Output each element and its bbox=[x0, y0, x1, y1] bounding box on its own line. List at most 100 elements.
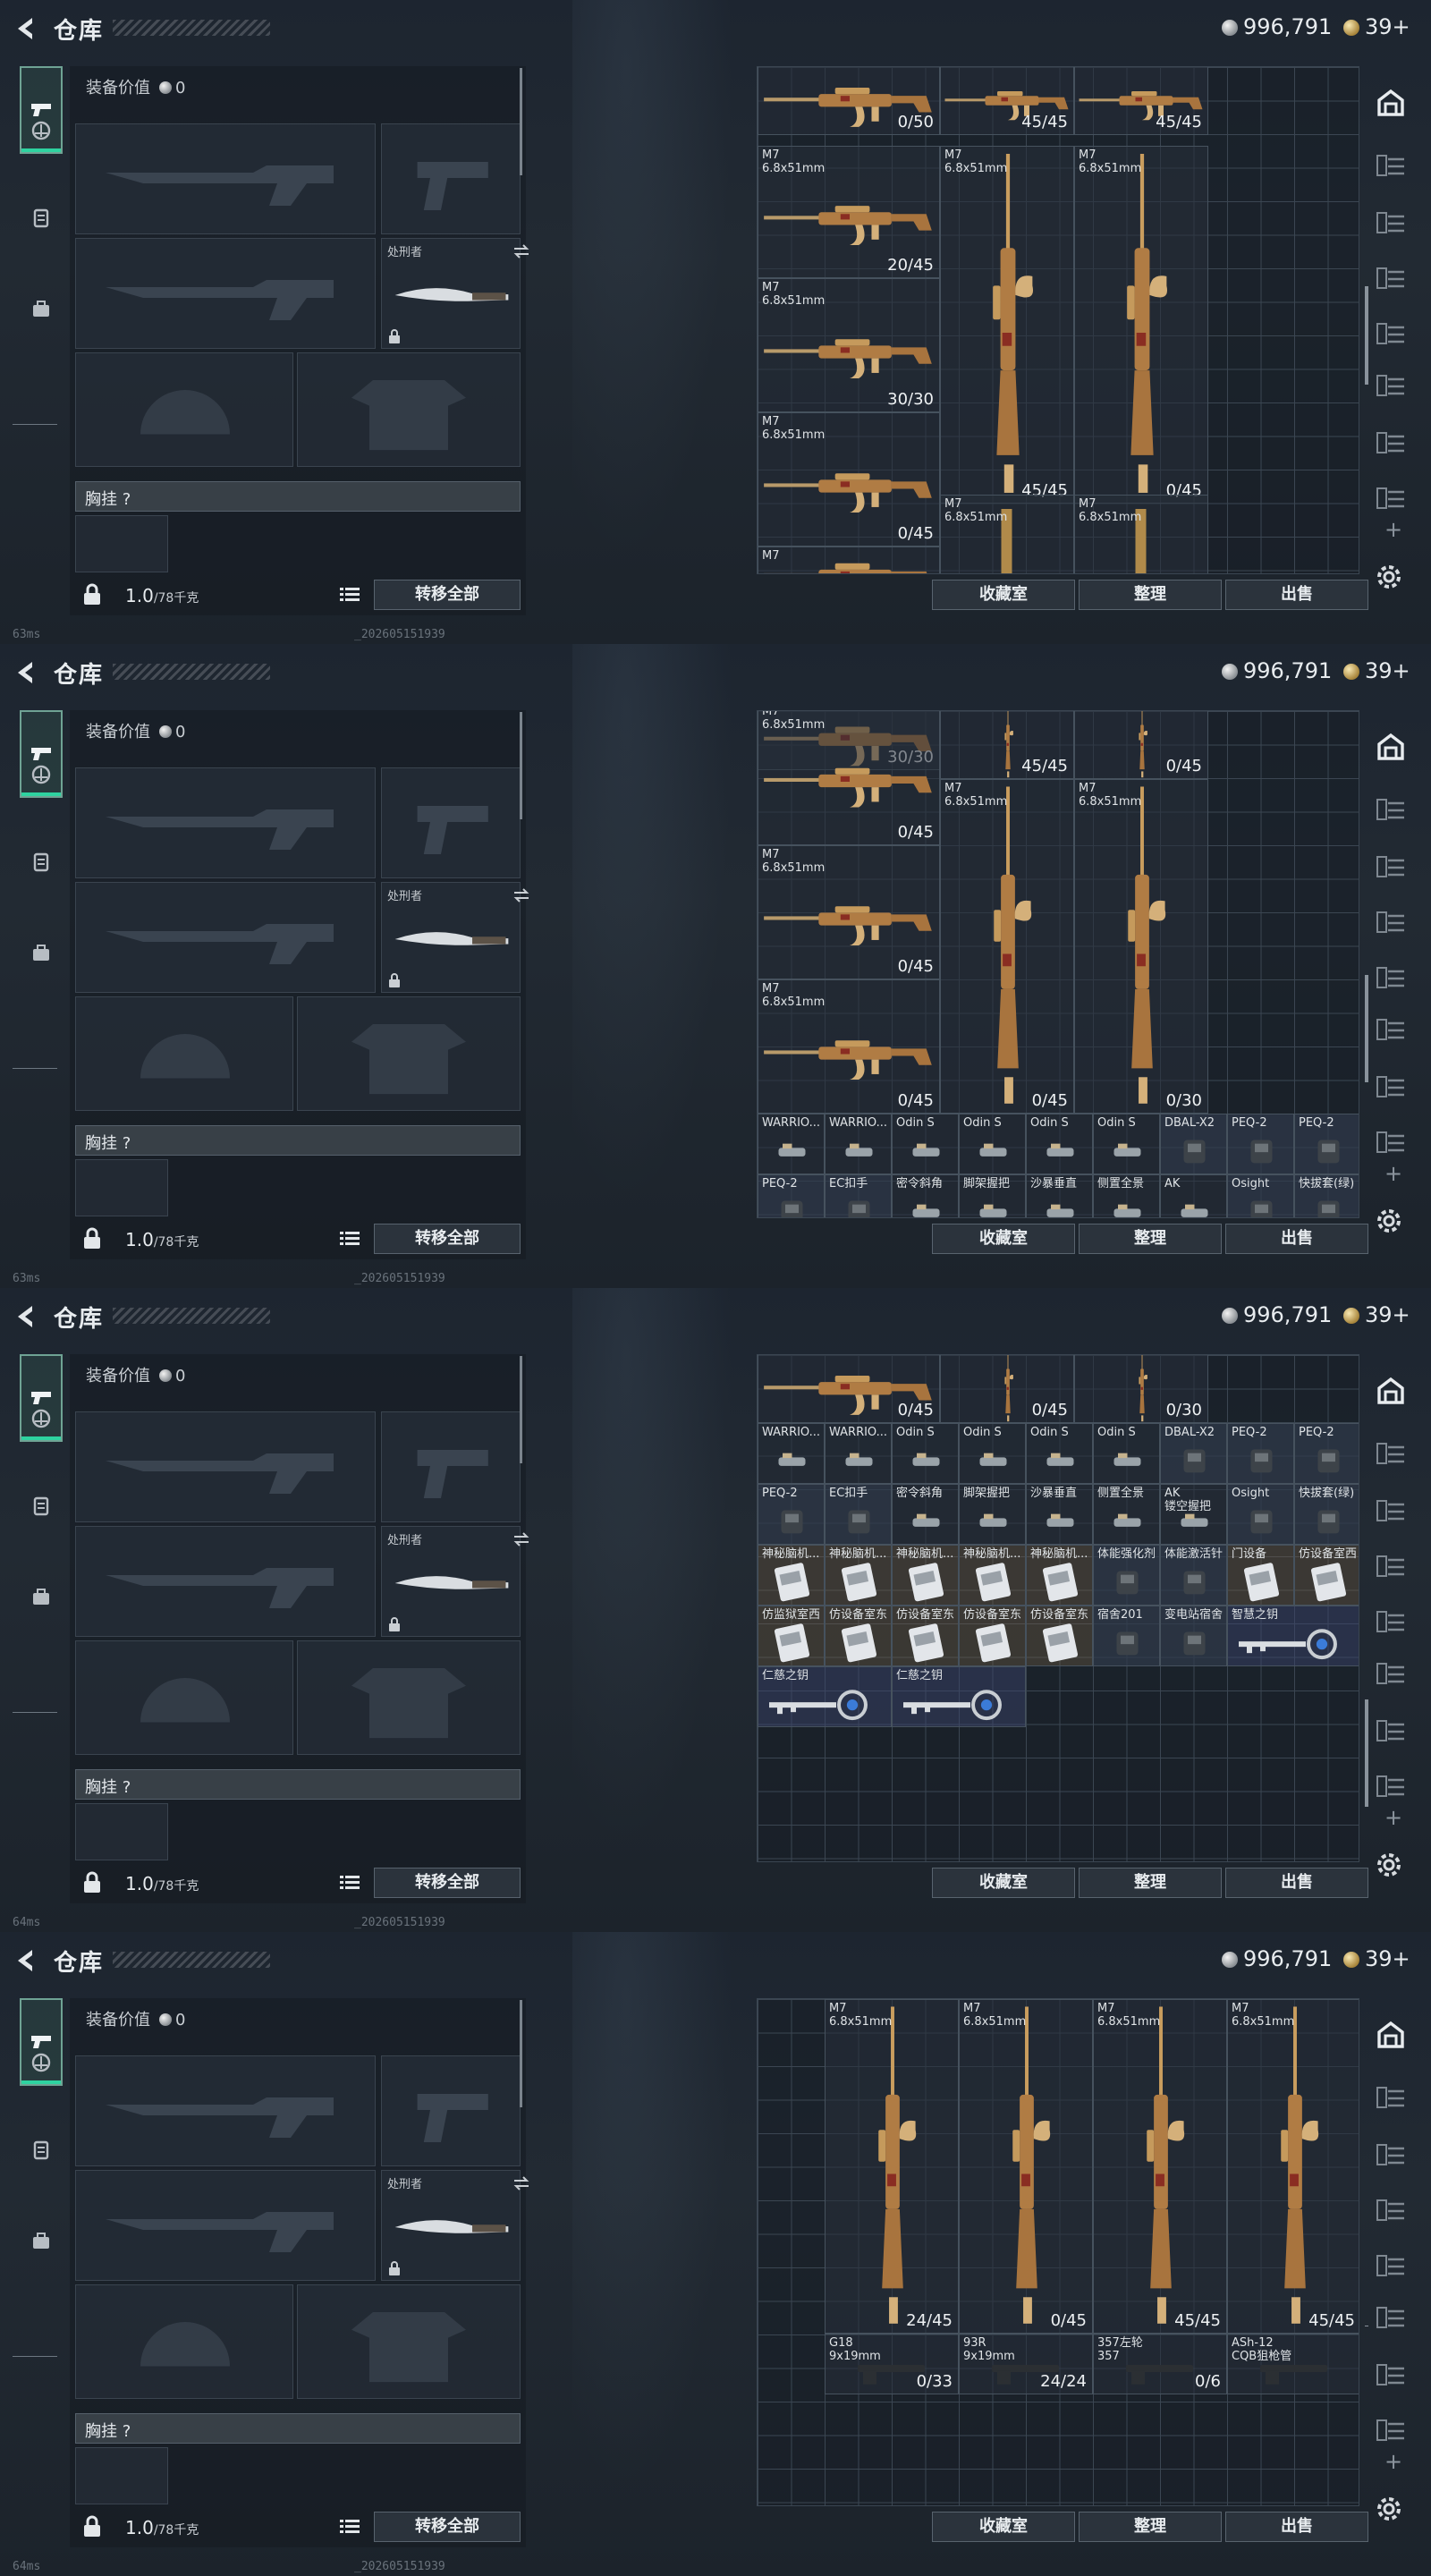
stash-item[interactable]: M7 6.8x51mm 0/45 bbox=[959, 1999, 1093, 2334]
shelf-tab-icon[interactable] bbox=[1376, 1073, 1408, 1106]
scrollbar[interactable] bbox=[520, 68, 522, 175]
stash-item[interactable]: 仿设备室东 bbox=[825, 1606, 892, 1666]
stash-item[interactable]: 宿舍201 bbox=[1093, 1606, 1160, 1666]
list-icon[interactable] bbox=[340, 587, 360, 606]
stash-item[interactable]: 仿设备室东 bbox=[1026, 1606, 1093, 1666]
stash-item[interactable]: 侧置全景 bbox=[1093, 1174, 1160, 1217]
scrollbar[interactable] bbox=[1365, 975, 1368, 1082]
scrollbar[interactable] bbox=[520, 712, 522, 819]
melee-slot[interactable]: 处刑者 bbox=[381, 238, 529, 349]
shelf-tab-icon[interactable] bbox=[1376, 320, 1408, 352]
pistol-slot[interactable] bbox=[381, 1411, 521, 1522]
chest-rig-slot[interactable]: 胸挂 ? bbox=[75, 1125, 521, 1156]
stash-item[interactable]: Odin S bbox=[892, 1423, 959, 1484]
back-arrow-icon[interactable] bbox=[13, 1948, 38, 1973]
shelf-tab-icon[interactable] bbox=[1376, 1608, 1408, 1640]
stash-item[interactable]: PEQ-2 bbox=[1227, 1114, 1294, 1174]
tab-armor[interactable] bbox=[20, 2131, 63, 2174]
stash-item[interactable]: 体能激活针 bbox=[1160, 1545, 1227, 1606]
stash-item[interactable]: 变电站宿舍 bbox=[1160, 1606, 1227, 1666]
stash-item[interactable]: 快拔套(绿) bbox=[1294, 1484, 1359, 1545]
shelf-tab-icon[interactable] bbox=[1376, 964, 1408, 996]
transfer-all-button[interactable]: 转移全部 bbox=[374, 580, 521, 610]
primary-weapon-slot-2[interactable] bbox=[75, 882, 376, 993]
stash-item[interactable]: WARRIO... bbox=[758, 1423, 825, 1484]
stash-item[interactable]: 45/45 bbox=[940, 711, 1074, 779]
shelf-tab-icon[interactable] bbox=[1376, 1717, 1408, 1750]
stash-item[interactable]: 仿监狱室西 bbox=[758, 1606, 825, 1666]
warehouse-icon[interactable] bbox=[1376, 732, 1408, 764]
back-arrow-icon[interactable] bbox=[13, 1304, 38, 1329]
stash-item[interactable]: WARRIO... bbox=[825, 1423, 892, 1484]
stash-item[interactable]: 神秘脑机... bbox=[1026, 1545, 1093, 1606]
stash-item[interactable]: 仁慈之钥 bbox=[892, 1666, 1026, 1727]
primary-weapon-slot-2[interactable] bbox=[75, 238, 376, 349]
armor-slot[interactable] bbox=[297, 352, 521, 467]
transfer-all-button[interactable]: 转移全部 bbox=[374, 1224, 521, 1254]
shelf-tab-icon[interactable] bbox=[1376, 796, 1408, 828]
tab-armor[interactable] bbox=[20, 1487, 63, 1530]
add-tab-icon[interactable]: + bbox=[1384, 517, 1402, 542]
primary-weapon-slot-2[interactable] bbox=[75, 1526, 376, 1637]
chest-rig-slot[interactable]: 胸挂 ? bbox=[75, 1769, 521, 1800]
add-tab-icon[interactable]: + bbox=[1384, 1161, 1402, 1186]
tab-bag[interactable] bbox=[20, 2222, 63, 2265]
tab-armor[interactable] bbox=[20, 843, 63, 886]
stash-item[interactable]: PEQ-2 bbox=[1294, 1423, 1359, 1484]
shelf-tab-icon[interactable] bbox=[1376, 429, 1408, 462]
pistol-slot[interactable] bbox=[381, 123, 521, 234]
stash-item[interactable]: 仿设备室东 bbox=[892, 1606, 959, 1666]
melee-slot[interactable]: 处刑者 bbox=[381, 882, 529, 993]
stash-item[interactable]: M7 6.8x51mm 0/30 bbox=[1074, 779, 1208, 1114]
chest-rig-slot[interactable]: 胸挂 ? bbox=[75, 481, 521, 512]
sort-button[interactable]: 整理 bbox=[1079, 1224, 1222, 1254]
stash-item[interactable]: Osight bbox=[1227, 1484, 1294, 1545]
lock-icon[interactable] bbox=[82, 1227, 102, 1254]
stash-item[interactable]: 0/45 bbox=[758, 1355, 940, 1423]
shelf-tab-icon[interactable] bbox=[1376, 1440, 1408, 1472]
sell-button[interactable]: 出售 bbox=[1225, 1224, 1368, 1254]
gear-icon[interactable] bbox=[1376, 564, 1402, 594]
stash-item[interactable]: Odin S bbox=[1026, 1114, 1093, 1174]
stash-item[interactable]: 神秘脑机... bbox=[758, 1545, 825, 1606]
scrollbar[interactable] bbox=[520, 1356, 522, 1463]
chest-rig-cell[interactable] bbox=[75, 2447, 168, 2504]
helmet-slot[interactable] bbox=[75, 996, 293, 1111]
stash-item[interactable]: 沙暴垂直 bbox=[1026, 1484, 1093, 1545]
warehouse-icon[interactable] bbox=[1376, 1376, 1408, 1408]
shelf-tab-icon[interactable] bbox=[1376, 1129, 1408, 1161]
gold-currency[interactable]: 39+ bbox=[1343, 1946, 1410, 1971]
sell-button[interactable]: 出售 bbox=[1225, 2512, 1368, 2542]
stash-item[interactable]: M7 6.8x51mm 45/45 bbox=[1093, 1999, 1227, 2334]
stash-item[interactable]: 神秘脑机... bbox=[825, 1545, 892, 1606]
tab-bag[interactable] bbox=[20, 934, 63, 977]
lock-icon[interactable] bbox=[82, 583, 102, 610]
stash-item[interactable]: 45/45 bbox=[1074, 67, 1208, 135]
shelf-tab-icon[interactable] bbox=[1376, 2084, 1408, 2116]
stash-item[interactable]: 0/30 bbox=[1074, 1355, 1208, 1423]
stash-item[interactable]: M7 6.8x51mm 45/45 bbox=[1227, 1999, 1359, 2334]
stash-item[interactable]: 脚架握把 bbox=[959, 1174, 1026, 1217]
shelf-tab-icon[interactable] bbox=[1376, 2417, 1408, 2449]
stash-item[interactable]: M7 6.8x51mm bbox=[1074, 495, 1208, 573]
tab-helmet[interactable] bbox=[20, 2043, 63, 2086]
shelf-tab-icon[interactable] bbox=[1376, 2197, 1408, 2229]
add-tab-icon[interactable]: + bbox=[1384, 2449, 1402, 2474]
tab-helmet[interactable] bbox=[20, 1399, 63, 1442]
stash-item[interactable]: 0/45 bbox=[1074, 711, 1208, 779]
stash-item[interactable]: Odin S bbox=[959, 1114, 1026, 1174]
stash-item[interactable]: 神秘脑机... bbox=[892, 1545, 959, 1606]
stash-item[interactable]: 体能强化剂 bbox=[1093, 1545, 1160, 1606]
stash-item[interactable]: PEQ-2 bbox=[758, 1174, 825, 1217]
scrollbar[interactable] bbox=[1365, 1699, 1368, 1807]
stash-item[interactable]: 侧置全景 bbox=[1093, 1484, 1160, 1545]
gear-icon[interactable] bbox=[1376, 2496, 1402, 2526]
stash-item[interactable]: Osight bbox=[1227, 1174, 1294, 1217]
primary-weapon-slot-2[interactable] bbox=[75, 2170, 376, 2281]
melee-slot[interactable]: 处刑者 bbox=[381, 1526, 529, 1637]
shelf-tab-icon[interactable] bbox=[1376, 909, 1408, 941]
stash-item[interactable]: 门设备 bbox=[1227, 1545, 1294, 1606]
stash-item[interactable]: M7 6.8x51mm 20/45 bbox=[758, 146, 940, 278]
stash-item[interactable]: Odin S bbox=[1026, 1423, 1093, 1484]
stash-item[interactable]: 45/45 bbox=[940, 67, 1074, 135]
